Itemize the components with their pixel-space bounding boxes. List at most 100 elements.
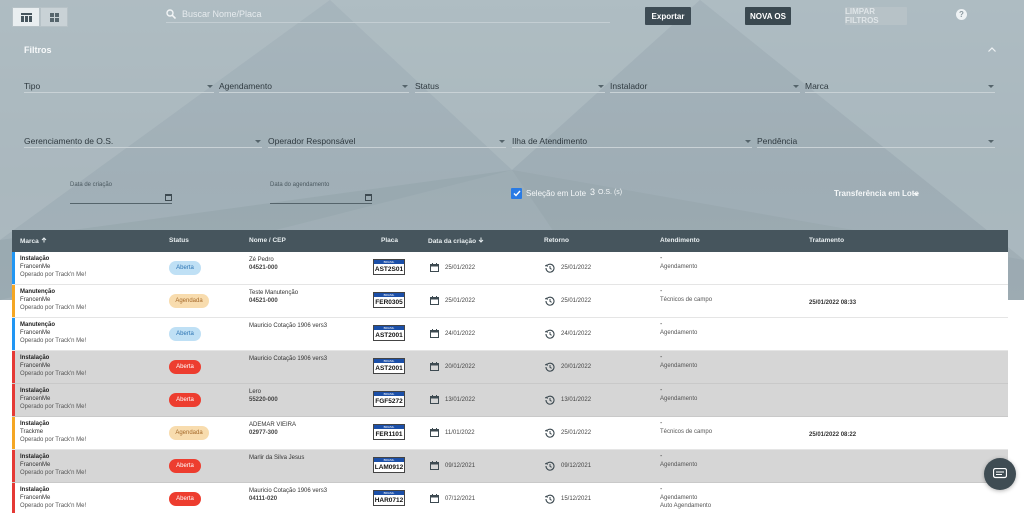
os-management-filter[interactable]: Gerenciamento de O.S. — [24, 135, 262, 148]
status-filter-label: Status — [415, 81, 440, 91]
table-header: Marca Status Nome / CEP Placa Data da cr… — [12, 230, 1008, 252]
status-badge: Agendada — [169, 294, 209, 308]
batch-select-checkbox[interactable] — [511, 188, 522, 199]
row-operator: Operado por Track'n Me! — [20, 272, 87, 278]
row-treatment: 25/01/2022 08:33 — [809, 300, 857, 306]
calendar-icon — [430, 362, 439, 371]
search-input[interactable] — [182, 9, 582, 19]
plate-number: FGF5272 — [375, 398, 403, 405]
row-return-date: 24/01/2022 — [561, 331, 592, 337]
grid-view-button[interactable] — [40, 7, 68, 27]
header-status[interactable]: Status — [169, 237, 189, 244]
table-body: Instalação FrancenMe Operado por Track'n M… — [12, 252, 1008, 513]
license-plate: BRASIL AST2001 — [373, 325, 405, 341]
table-row[interactable]: Instalação FrancenMe Operado por Track'n M… — [12, 450, 1008, 483]
table-row[interactable]: Manutenção FrancenMe Operado por Track'n M… — [12, 318, 1008, 351]
clear-filters-button[interactable]: LIMPAR FILTROS — [845, 7, 907, 25]
table-view-button[interactable] — [12, 7, 40, 27]
calendar-icon[interactable] — [165, 194, 172, 201]
help-icon[interactable]: ? — [956, 9, 967, 20]
export-button[interactable]: Exportar — [645, 7, 691, 25]
brand-filter[interactable]: Marca — [805, 80, 995, 93]
caret-down-icon[interactable] — [913, 193, 919, 196]
table-row[interactable]: Instalação FrancenMe Operado por Track'n M… — [12, 351, 1008, 384]
header-service[interactable]: Atendimento — [660, 237, 700, 244]
row-service: Agendamento — [660, 264, 698, 270]
row-operator: Operado por Track'n Me! — [20, 470, 87, 476]
new-order-button[interactable]: NOVA OS — [745, 7, 791, 25]
history-icon — [545, 494, 555, 504]
installer-filter[interactable]: Instalador — [610, 80, 800, 93]
history-icon — [545, 395, 555, 405]
row-cep: 02977-300 — [249, 430, 278, 436]
history-icon — [545, 329, 555, 339]
table-row[interactable]: Manutenção FrancenMe Operado por Track'n M… — [12, 285, 1008, 318]
history-icon — [545, 263, 555, 273]
row-return-date: 09/12/2021 — [561, 463, 592, 469]
header-created[interactable]: Data da criação — [428, 237, 484, 245]
header-name[interactable]: Nome / CEP — [249, 237, 286, 244]
row-service-secondary: Auto Agendamento — [660, 503, 712, 509]
installer-filter-label: Instalador — [610, 81, 648, 91]
calendar-icon[interactable] — [365, 194, 372, 201]
service-island-filter[interactable]: Ilha de Atendimento — [512, 135, 752, 148]
row-created-date: 09/12/2021 — [445, 463, 476, 469]
row-name: Mauricio Cotação 1906 vers3 — [249, 488, 328, 494]
row-client: FrancenMe — [20, 396, 51, 402]
operator-filter[interactable]: Operador Responsável — [268, 135, 506, 148]
row-operator: Operado por Track'n Me! — [20, 437, 87, 443]
table-row[interactable]: Instalação Trackme Operado por Track'n Me!… — [12, 417, 1008, 450]
batch-count: 3 — [590, 187, 596, 197]
check-icon — [513, 190, 521, 197]
schedule-filter-label: Agendamento — [219, 81, 272, 91]
pending-filter[interactable]: Pendência — [757, 135, 995, 148]
chevron-up-icon[interactable] — [988, 47, 996, 52]
caret-down-icon — [988, 85, 994, 88]
row-service: Técnicos de campo — [660, 429, 713, 435]
row-created-date: 25/01/2022 — [445, 265, 476, 271]
row-type-bar — [12, 483, 15, 513]
status-badge: Aberta — [169, 360, 201, 374]
license-plate: BRASIL FER1101 — [373, 424, 405, 440]
schedule-filter[interactable]: Agendamento — [219, 80, 409, 93]
header-brand-label: Marca — [20, 238, 39, 245]
row-type: Manutenção — [20, 322, 56, 328]
row-created-date: 13/01/2022 — [445, 397, 476, 403]
batch-transfer-button[interactable]: Transferência em Lote — [834, 189, 919, 198]
license-plate: BRASIL AST2001 — [373, 358, 405, 374]
row-type-bar — [12, 318, 15, 350]
type-filter[interactable]: Tipo — [24, 80, 214, 93]
table-row[interactable]: Instalação FrancenMe Operado por Track'n M… — [12, 252, 1008, 285]
row-type: Instalação — [20, 454, 50, 460]
row-name: Mauricio Cotação 1906 vers3 — [249, 323, 328, 329]
filters-title: Filtros — [24, 45, 52, 55]
plate-number: AST2S01 — [374, 266, 404, 273]
header-return[interactable]: Retorno — [544, 237, 569, 244]
header-plate[interactable]: Placa — [381, 237, 398, 244]
row-service-dash: - — [660, 255, 663, 262]
status-badge: Aberta — [169, 459, 201, 473]
row-service-dash: - — [660, 288, 663, 295]
caret-down-icon — [598, 85, 604, 88]
status-badge: Aberta — [169, 327, 201, 341]
grid-view-icon — [49, 12, 59, 22]
date-scheduled-input[interactable] — [270, 190, 372, 204]
header-treatment[interactable]: Tratamento — [809, 237, 844, 244]
table-row[interactable]: Instalação FrancenMe Operado por Track'n M… — [12, 384, 1008, 417]
date-created-input[interactable] — [70, 190, 172, 204]
caret-down-icon — [207, 85, 213, 88]
chat-button[interactable] — [984, 458, 1016, 490]
search-bar — [166, 6, 610, 23]
row-service-dash: - — [660, 321, 663, 328]
brand-filter-label: Marca — [805, 81, 829, 91]
status-filter[interactable]: Status — [415, 80, 605, 93]
calendar-icon — [430, 428, 439, 437]
operator-filter-label: Operador Responsável — [268, 136, 356, 146]
history-icon — [545, 461, 555, 471]
row-return-date: 15/12/2021 — [561, 496, 592, 502]
header-brand[interactable]: Marca — [20, 237, 47, 245]
row-service: Agendamento — [660, 363, 698, 369]
arrow-up-icon — [41, 237, 46, 243]
table-row[interactable]: Instalação FrancenMe Operado por Track'n M… — [12, 483, 1008, 513]
calendar-icon — [430, 329, 439, 338]
